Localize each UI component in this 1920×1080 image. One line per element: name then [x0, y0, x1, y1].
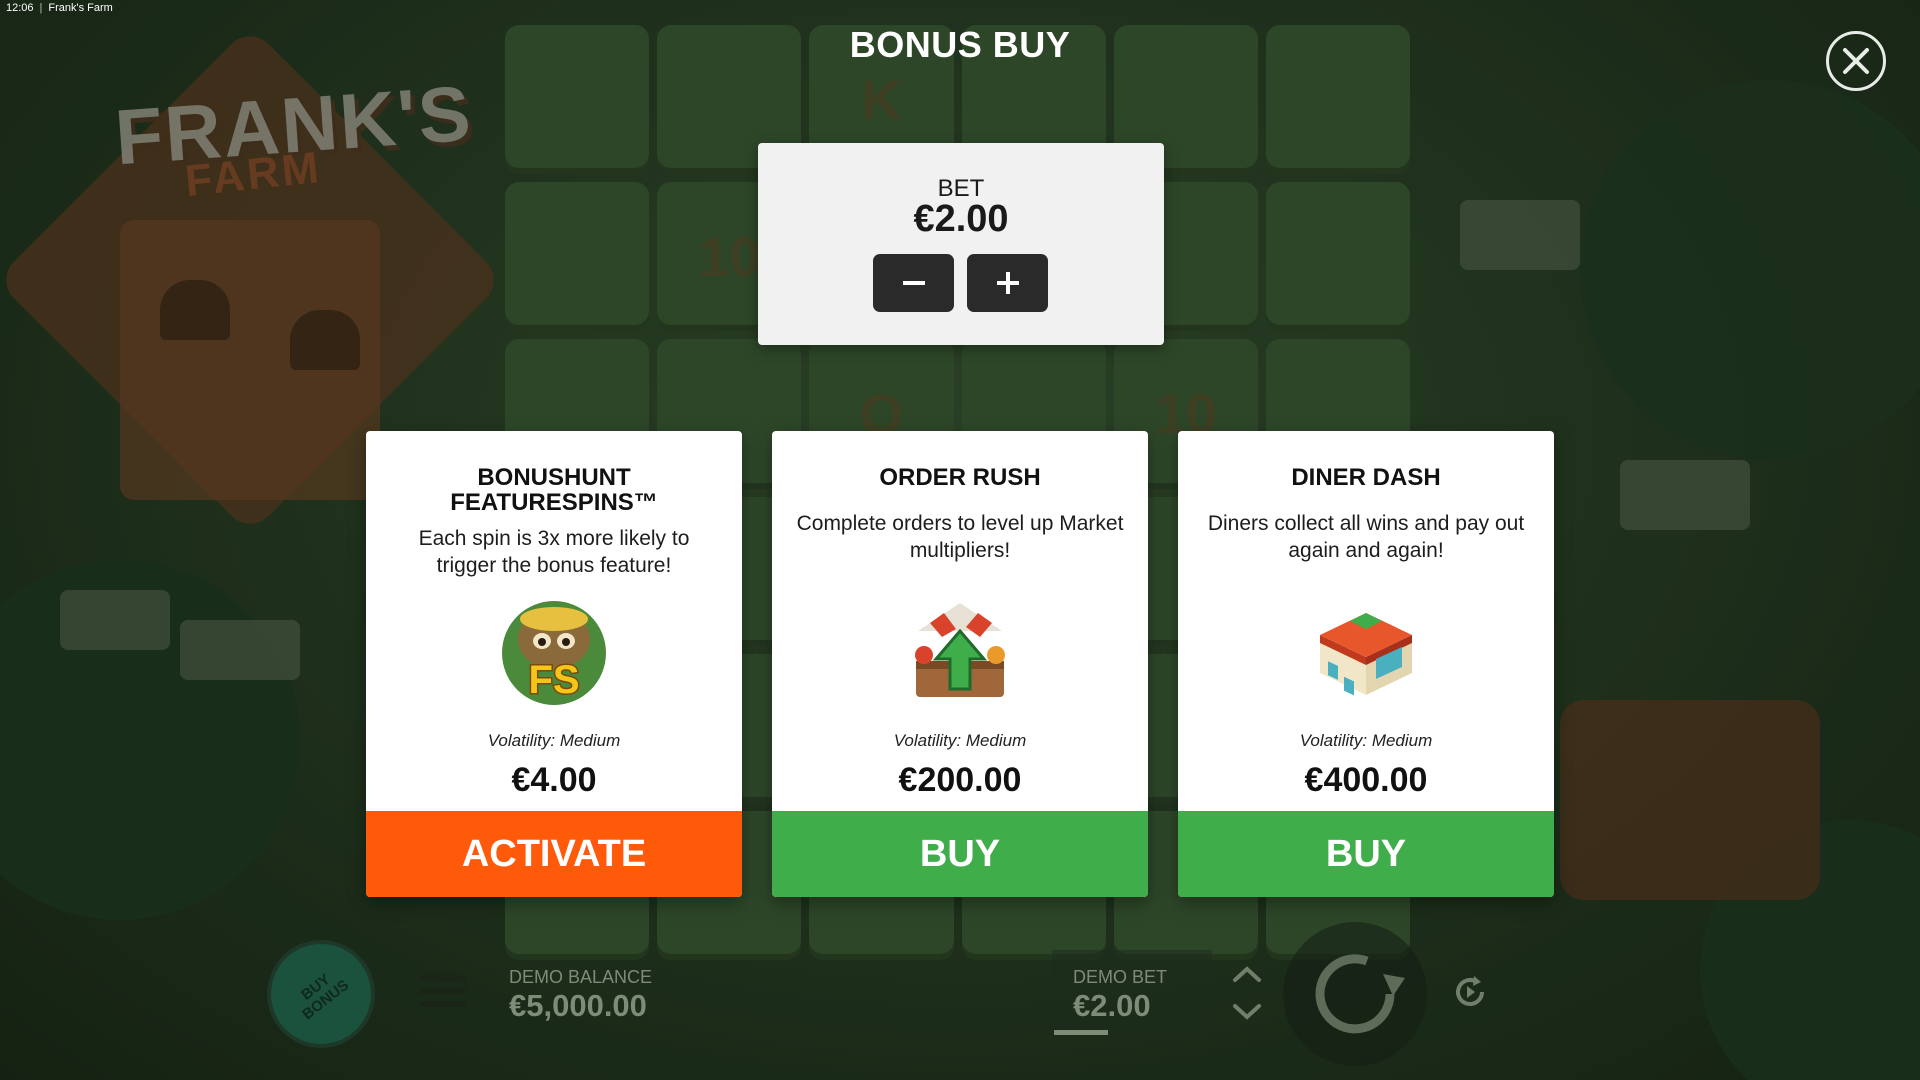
demo-bet-label: DEMO BET	[1073, 967, 1168, 987]
card-volatility: Volatility: Medium	[1299, 731, 1433, 750]
demo-balance-label: DEMO BALANCE	[509, 967, 653, 987]
status-app-title: Frank's Farm	[48, 2, 113, 14]
demo-bet-indicator	[1054, 1030, 1108, 1035]
status-bar: 12:06 | Frank's Farm	[6, 2, 113, 14]
buy-bonus-label: BUY BONUS	[290, 965, 352, 1023]
demo-balance-value: €5,000.00	[509, 988, 647, 1023]
decrease-bet-button[interactable]	[873, 254, 954, 312]
card-title: ORDER RUSH	[879, 464, 1041, 491]
activate-button[interactable]: ACTIVATE	[366, 811, 742, 897]
card-title-line: BONUSHUNT	[477, 464, 631, 491]
card-price: €200.00	[898, 761, 1022, 799]
card-volatility: Volatility: Medium	[487, 731, 621, 750]
card-volatility: Volatility: Medium	[893, 731, 1027, 750]
card-description: Each spin is 3x more likely to trigger t…	[418, 527, 690, 577]
card-description: Complete orders to level up Market multi…	[796, 512, 1124, 562]
card-description: Diners collect all wins and pay out agai…	[1207, 512, 1525, 562]
chevron-down-icon	[1233, 1004, 1261, 1020]
buy-order-rush-button[interactable]: BUY	[772, 811, 1148, 897]
chevron-up-icon	[1233, 966, 1261, 982]
market-stall-upgrade-icon	[900, 591, 1020, 711]
menu-bar	[420, 1001, 466, 1007]
featurespins-badge-text: FS	[528, 658, 579, 702]
menu-bar	[420, 975, 466, 981]
page-title: BONUS BUY	[849, 24, 1071, 65]
close-icon	[1843, 48, 1869, 74]
bet-panel: BET €2.00	[758, 143, 1164, 345]
status-separator: |	[39, 2, 43, 14]
bet-up-button[interactable]	[1228, 960, 1266, 988]
featurespins-badge-icon: FS	[494, 591, 614, 711]
bonus-card-diner-dash: DINER DASH Diners collect all wins and p…	[1178, 431, 1554, 897]
card-title-line: FEATURESPINS™	[450, 489, 658, 516]
game-stage: FRANK'S FARM K 10 Q 10 12:06 | Frank's Farm…	[0, 0, 1920, 1080]
menu-bar	[420, 988, 466, 994]
card-price: €400.00	[1304, 761, 1428, 799]
spin-button[interactable]	[1283, 922, 1427, 1066]
bonus-card-order-rush: ORDER RUSH Complete orders to level up M…	[772, 431, 1148, 897]
bonus-card-bonushunt: BONUSHUNT FEATURESPINS™ Each spin is 3x …	[366, 431, 742, 897]
demo-bet-value: €2.00	[1073, 988, 1151, 1023]
buy-diner-dash-button[interactable]: BUY	[1178, 811, 1554, 897]
card-title: BONUSHUNT FEATURESPINS™	[376, 465, 732, 515]
bet-down-button[interactable]	[1228, 998, 1266, 1026]
close-button[interactable]	[1826, 31, 1886, 91]
minus-icon	[902, 281, 925, 285]
card-price: €4.00	[511, 761, 597, 799]
plus-icon	[996, 272, 1019, 294]
spin-icon	[1315, 954, 1405, 1034]
increase-bet-button[interactable]	[967, 254, 1048, 312]
hamburger-menu-icon[interactable]	[420, 975, 466, 1015]
autoplay-icon	[1456, 976, 1484, 1006]
bet-value: €2.00	[913, 198, 1009, 240]
buy-bonus-button[interactable]: BUY BONUS	[267, 940, 375, 1048]
diner-building-icon	[1306, 591, 1426, 711]
status-time: 12:06	[6, 2, 34, 14]
autoplay-button[interactable]	[1448, 970, 1492, 1014]
card-title: DINER DASH	[1291, 464, 1441, 491]
